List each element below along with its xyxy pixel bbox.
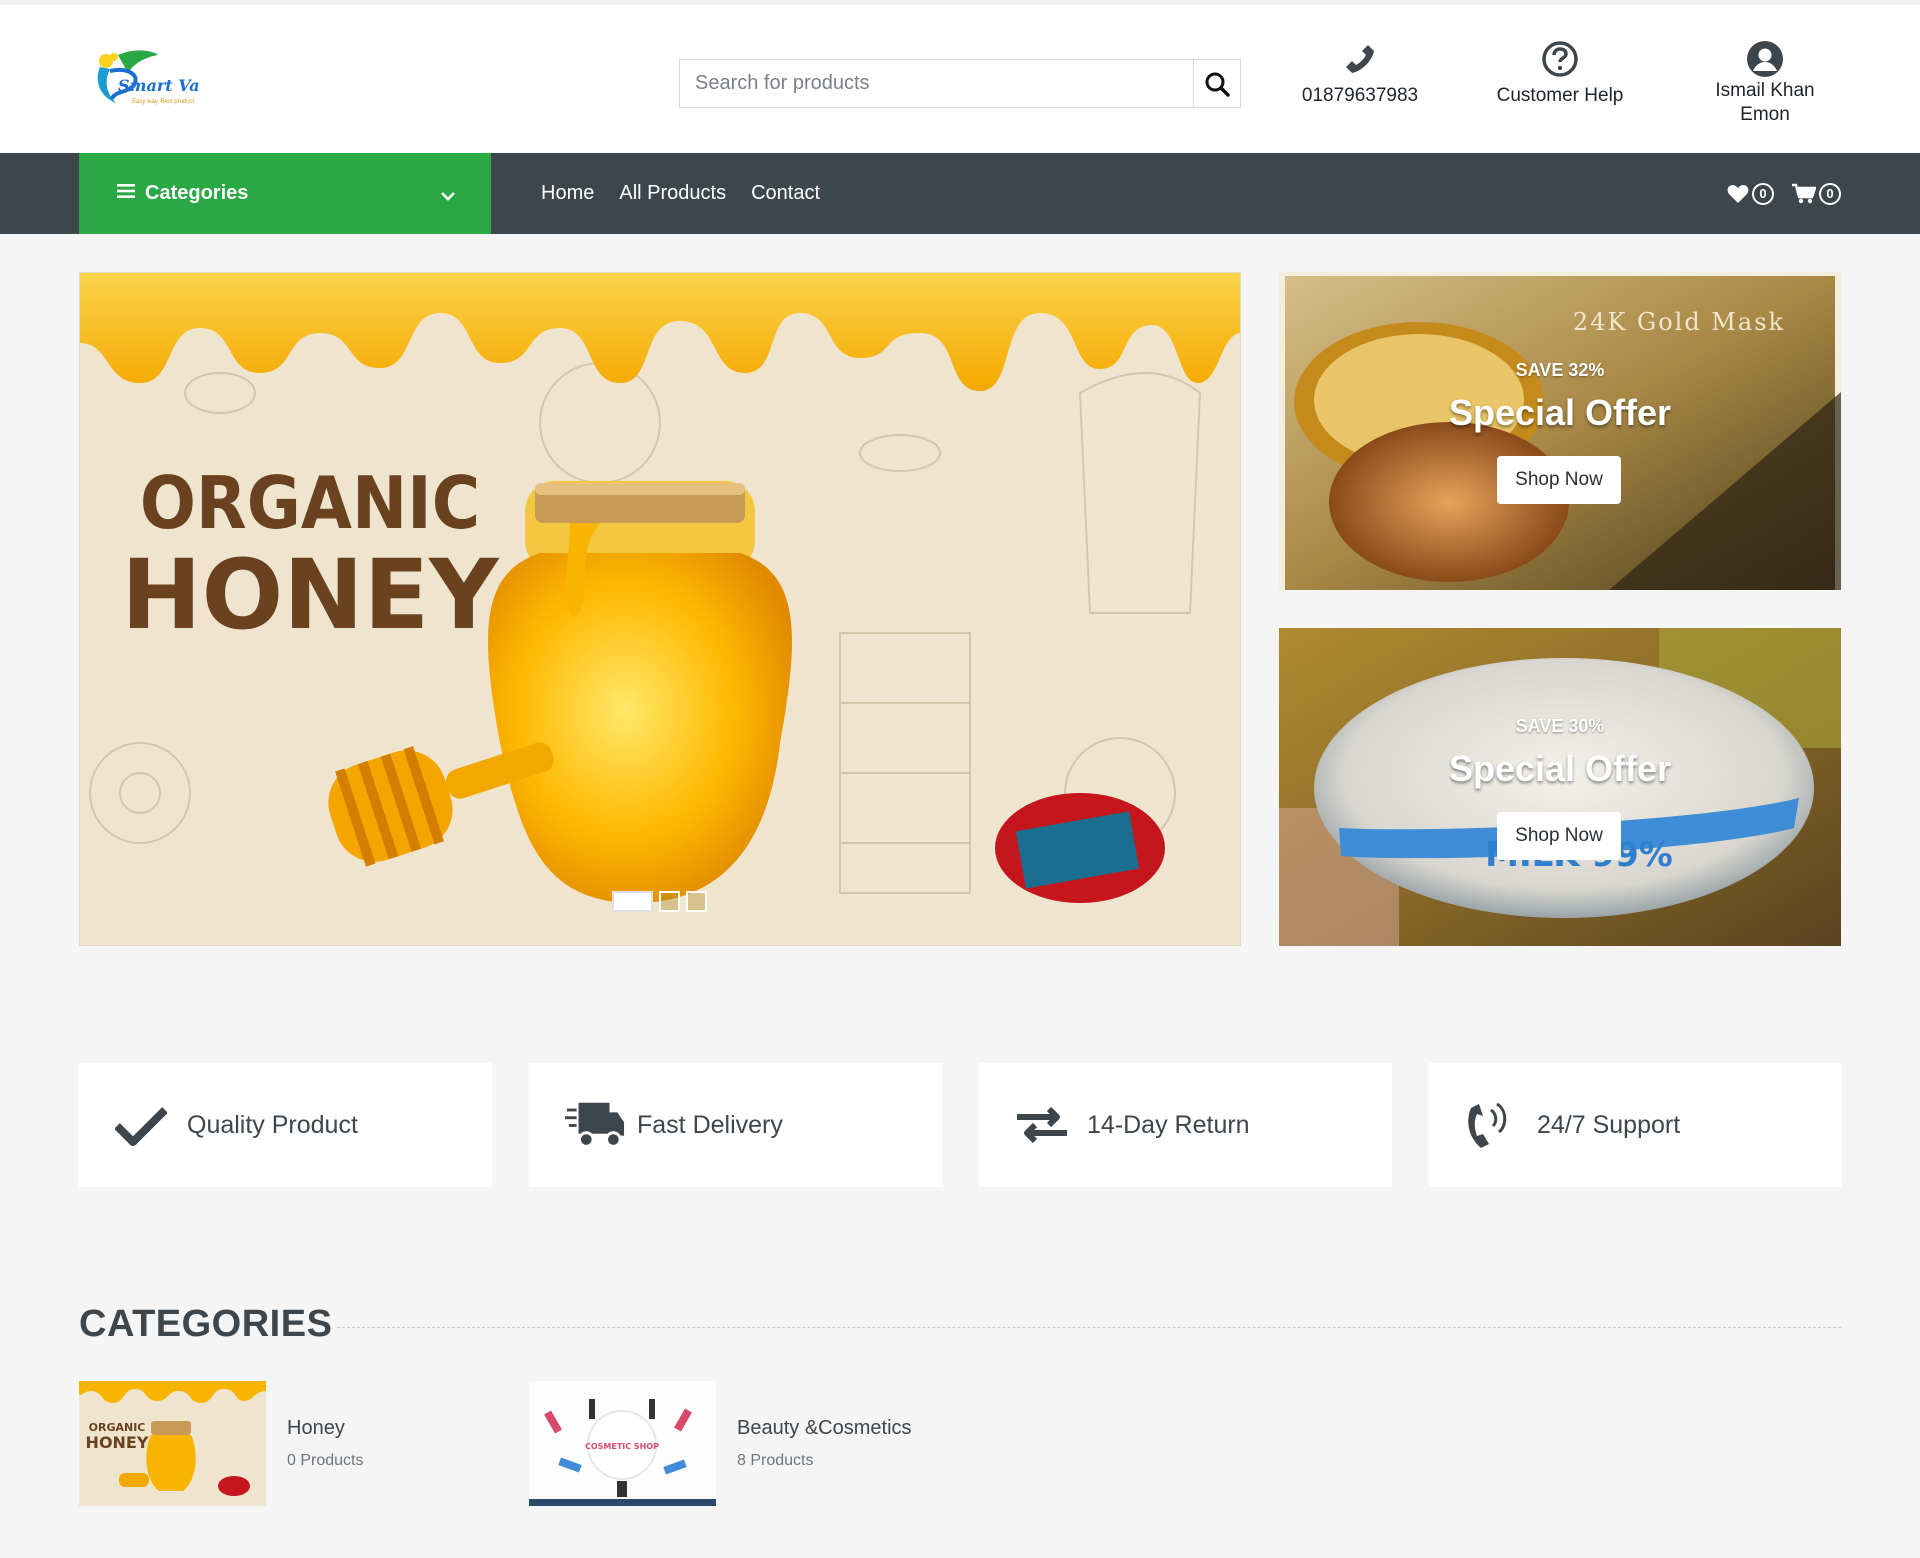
search-input[interactable] xyxy=(680,60,1193,107)
offer-banner-gold-mask: 24K Gold Mask SAVE 32% Special Offer Sho… xyxy=(1279,272,1841,590)
category-thumbnail: ORGANIC HONEY xyxy=(79,1381,266,1506)
user-name: Ismail Khan Emon xyxy=(1715,80,1815,125)
feature-quality-product: Quality Product xyxy=(79,1063,492,1187)
nav-link-all-products[interactable]: All Products xyxy=(619,182,726,205)
gold-mask-product-text: 24K Gold Mask xyxy=(1573,308,1785,336)
search-bar xyxy=(679,59,1241,108)
categories-dropdown-button[interactable]: Categories xyxy=(79,153,491,234)
feature-label: 24/7 Support xyxy=(1537,1110,1681,1139)
brand-wordmark: Smart Valy xyxy=(118,76,200,95)
offer-2-title: Special Offer xyxy=(1448,748,1672,789)
header-phone[interactable]: 01879637983 xyxy=(1290,39,1430,107)
category-product-count: 8 Products xyxy=(737,1452,814,1469)
exchange-arrows-icon xyxy=(1015,1100,1075,1150)
nav-link-home[interactable]: Home xyxy=(541,182,594,205)
offer-2-save: SAVE 30% xyxy=(1515,716,1605,736)
category-card-honey[interactable]: ORGANIC HONEY Honey 0 Products xyxy=(79,1381,363,1506)
search-icon xyxy=(1205,72,1230,97)
feature-label: 14-Day Return xyxy=(1087,1110,1250,1139)
nav-link-contact[interactable]: Contact xyxy=(751,182,820,205)
feature-14-day-return: 14-Day Return xyxy=(979,1063,1392,1187)
feature-fast-delivery: Fast Delivery xyxy=(529,1063,942,1187)
offer-1-save: SAVE 32% xyxy=(1515,360,1605,380)
carousel-dot-2[interactable] xyxy=(659,891,680,912)
hero-title-line1: ORGANIC xyxy=(140,462,480,546)
category-name[interactable]: Beauty &Cosmetics xyxy=(737,1417,912,1440)
feature-label: Quality Product xyxy=(187,1110,358,1139)
user-icon xyxy=(1747,41,1783,77)
chevron-down-icon xyxy=(441,184,455,207)
feature-24-7-support: 24/7 Support xyxy=(1429,1063,1842,1187)
hero-organic-honey-image: ORGANIC HONEY xyxy=(80,273,1240,945)
nav-icons: 0 0 xyxy=(1727,153,1841,234)
heart-icon xyxy=(1727,184,1749,203)
category-product-count: 0 Products xyxy=(287,1452,364,1469)
carousel-dot-3[interactable] xyxy=(686,891,707,912)
truck-icon xyxy=(565,1100,625,1150)
categories-section-title: CATEGORIES xyxy=(79,1303,333,1345)
brand-logo[interactable]: Smart Valy Easy way, Best product xyxy=(88,47,217,117)
category-card-beauty-cosmetics[interactable]: COSMETIC SHOP Beauty &Cosmetics 8 Produc… xyxy=(529,1381,912,1506)
check-icon xyxy=(115,1100,175,1150)
offer-1-shop-now-button[interactable]: Shop Now xyxy=(1497,456,1621,504)
header-user-account[interactable]: Ismail Khan Emon xyxy=(1690,39,1840,127)
phone-volume-icon xyxy=(1465,1100,1525,1150)
header-customer-help[interactable]: Customer Help xyxy=(1480,39,1640,107)
cart-button[interactable]: 0 xyxy=(1792,182,1841,205)
offer-2-shop-now-button[interactable]: Shop Now xyxy=(1497,812,1621,860)
menu-icon xyxy=(117,182,135,205)
wishlist-count: 0 xyxy=(1752,182,1774,205)
help-icon xyxy=(1542,41,1578,77)
phone-icon xyxy=(1346,45,1374,73)
offer-1-title: Special Offer xyxy=(1448,392,1672,433)
brand-tagline: Easy way, Best product xyxy=(132,99,195,105)
cart-icon xyxy=(1792,183,1816,203)
cart-count: 0 xyxy=(1819,182,1841,205)
nav-links: Home All Products Contact xyxy=(541,153,820,234)
section-divider xyxy=(337,1327,1841,1328)
category-name[interactable]: Honey xyxy=(287,1417,363,1440)
wishlist-button[interactable]: 0 xyxy=(1727,182,1774,205)
categories-label: Categories xyxy=(145,182,249,204)
top-header: Smart Valy Easy way, Best product 018796… xyxy=(0,0,1920,153)
carousel-indicators xyxy=(612,891,707,912)
offer-banner-milk-gel: MILK 99% SAVE 30% Special Offer Shop Now xyxy=(1279,628,1841,946)
customer-help-label: Customer Help xyxy=(1496,85,1624,106)
thumb-text-cosmetic-shop: COSMETIC SHOP xyxy=(585,1442,659,1451)
phone-number: 01879637983 xyxy=(1301,85,1419,106)
feature-label: Fast Delivery xyxy=(637,1110,783,1139)
thumb-text-honey: HONEY xyxy=(86,1433,149,1452)
hero-title-line2: HONEY xyxy=(121,539,500,651)
main-navbar: Categories Home All Products Contact 0 0 xyxy=(0,153,1920,234)
carousel-dot-1[interactable] xyxy=(612,891,653,912)
search-button[interactable] xyxy=(1193,60,1240,107)
hero-carousel[interactable]: ORGANIC HONEY xyxy=(79,272,1241,946)
category-thumbnail: COSMETIC SHOP xyxy=(529,1381,716,1506)
